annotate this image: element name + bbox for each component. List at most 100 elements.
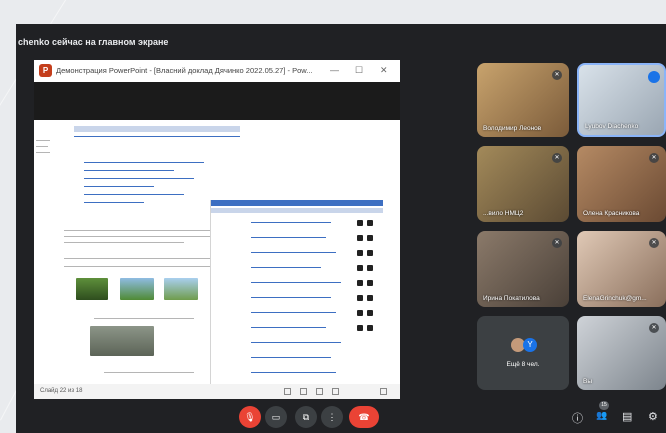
- links-table: [210, 200, 383, 384]
- print-icon: [357, 235, 363, 241]
- slideshow-view-icon[interactable]: [332, 388, 339, 395]
- participant-name: Ещё 8 чел.: [506, 361, 540, 368]
- more-options-button[interactable]: ⋮: [321, 406, 343, 428]
- activities-icon[interactable]: ⚙: [648, 410, 658, 423]
- normal-view-icon[interactable]: [284, 388, 291, 395]
- participant-tile[interactable]: ✕ Олена Красникова: [577, 146, 666, 222]
- tractor-image: [76, 278, 108, 300]
- mic-off-icon: ✕: [649, 153, 659, 163]
- mic-toggle-button[interactable]: 🎙: [239, 406, 261, 428]
- print-icon: [367, 280, 373, 286]
- zoom-icon[interactable]: [380, 388, 387, 395]
- print-icon: [367, 325, 373, 331]
- info-icon[interactable]: ⓘ: [572, 410, 583, 426]
- presentation-title: Демонстрация PowerPoint - [Власний докла…: [56, 66, 313, 75]
- participant-tile[interactable]: Lyubov Diachenko: [577, 63, 666, 137]
- mic-off-icon: ✕: [649, 238, 659, 248]
- doc-header: [74, 126, 240, 132]
- participant-name: ElenaGrinchuk@gm...: [583, 295, 647, 302]
- wind-turbine-image: [164, 278, 198, 300]
- hangup-button[interactable]: ☎: [349, 406, 379, 428]
- meet-window: chenko сейчас на главном экране P Демонс…: [16, 24, 666, 433]
- doc-line: [94, 318, 194, 319]
- minimize-button[interactable]: —: [330, 65, 339, 75]
- table-row-line: [251, 357, 331, 358]
- reading-view-icon[interactable]: [316, 388, 323, 395]
- doc-line: [36, 152, 50, 153]
- print-icon: [367, 235, 373, 241]
- participant-name: Lyubov Diachenko: [585, 123, 639, 130]
- participant-name: Володимир Леонов: [483, 125, 542, 132]
- participant-tile[interactable]: ✕ ElenaGrinchuk@gm...: [577, 231, 666, 307]
- mic-off-icon: ✕: [552, 238, 562, 248]
- mic-off-icon: ✕: [552, 70, 562, 80]
- doc-line: [64, 242, 184, 243]
- sorter-view-icon[interactable]: [300, 388, 307, 395]
- print-icon: [357, 265, 363, 271]
- print-icon: [367, 250, 373, 256]
- presenting-banner: chenko сейчас на главном экране: [16, 24, 666, 58]
- participant-name: Олена Красникова: [583, 210, 640, 217]
- participant-tile[interactable]: ✕ ...вило НМЦ2: [477, 146, 569, 222]
- table-row-line: [251, 237, 326, 238]
- table-row-line: [251, 222, 331, 223]
- people-count-badge: 15: [599, 401, 609, 410]
- present-button[interactable]: ⧉: [295, 406, 317, 428]
- table-row-line: [251, 282, 341, 283]
- restore-button[interactable]: ☐: [355, 65, 363, 76]
- table-subheader: [211, 208, 383, 213]
- participant-name: Вы: [583, 378, 593, 385]
- presentation-statusbar: Слайд 22 из 18: [34, 384, 400, 399]
- print-icon: [357, 250, 363, 256]
- print-icon: [357, 280, 363, 286]
- participant-avatar: Y: [523, 338, 537, 352]
- table-row-line: [251, 372, 336, 373]
- close-button[interactable]: ✕: [380, 65, 388, 76]
- print-icon: [357, 310, 363, 316]
- participant-name: ...вило НМЦ2: [483, 210, 524, 217]
- field-image: [120, 278, 154, 300]
- table-row-line: [251, 312, 336, 313]
- table-row-line: [251, 267, 321, 268]
- print-icon: [367, 220, 373, 226]
- powerpoint-icon: P: [39, 64, 52, 77]
- participant-name: Ирина Покатилова: [483, 295, 540, 302]
- doc-line: [84, 170, 174, 171]
- doc-line: [74, 136, 240, 137]
- doc-line: [36, 140, 50, 141]
- print-icon: [357, 325, 363, 331]
- table-row-line: [251, 252, 336, 253]
- people-icon[interactable]: 👥: [596, 410, 607, 421]
- mic-off-icon: ✕: [552, 153, 562, 163]
- doc-line: [84, 162, 204, 163]
- print-icon: [357, 220, 363, 226]
- doc-line: [36, 146, 48, 147]
- camera-toggle-button[interactable]: ▭: [265, 406, 287, 428]
- doc-line: [84, 178, 194, 179]
- presentation-titlebar: P Демонстрация PowerPoint - [Власний док…: [34, 60, 400, 82]
- mic-off-icon: ✕: [649, 323, 659, 333]
- chat-icon[interactable]: ▤: [622, 410, 632, 423]
- slide-content: [34, 120, 400, 384]
- more-participants-tile[interactable]: Y Ещё 8 чел.: [477, 316, 569, 390]
- slide-counter: Слайд 22 из 18: [40, 388, 83, 394]
- participant-tile[interactable]: ✕ Володимир Леонов: [477, 63, 569, 137]
- doc-line: [64, 230, 214, 231]
- doc-line: [104, 372, 194, 373]
- doc-line: [84, 194, 184, 195]
- doc-line: [64, 266, 214, 267]
- doc-line: [84, 202, 144, 203]
- participant-tile[interactable]: ✕ Ирина Покатилова: [477, 231, 569, 307]
- print-icon: [367, 295, 373, 301]
- doc-line: [64, 236, 214, 237]
- print-icon: [367, 265, 373, 271]
- sketch-image: [90, 326, 154, 356]
- presentation-window[interactable]: P Демонстрация PowerPoint - [Власний док…: [34, 60, 400, 399]
- print-icon: [357, 295, 363, 301]
- table-row-line: [251, 297, 331, 298]
- doc-line: [84, 186, 154, 187]
- table-row-line: [251, 342, 341, 343]
- table-header: [211, 200, 383, 206]
- speaking-indicator-icon: [648, 71, 660, 83]
- self-view-tile[interactable]: ✕ Вы: [577, 316, 666, 390]
